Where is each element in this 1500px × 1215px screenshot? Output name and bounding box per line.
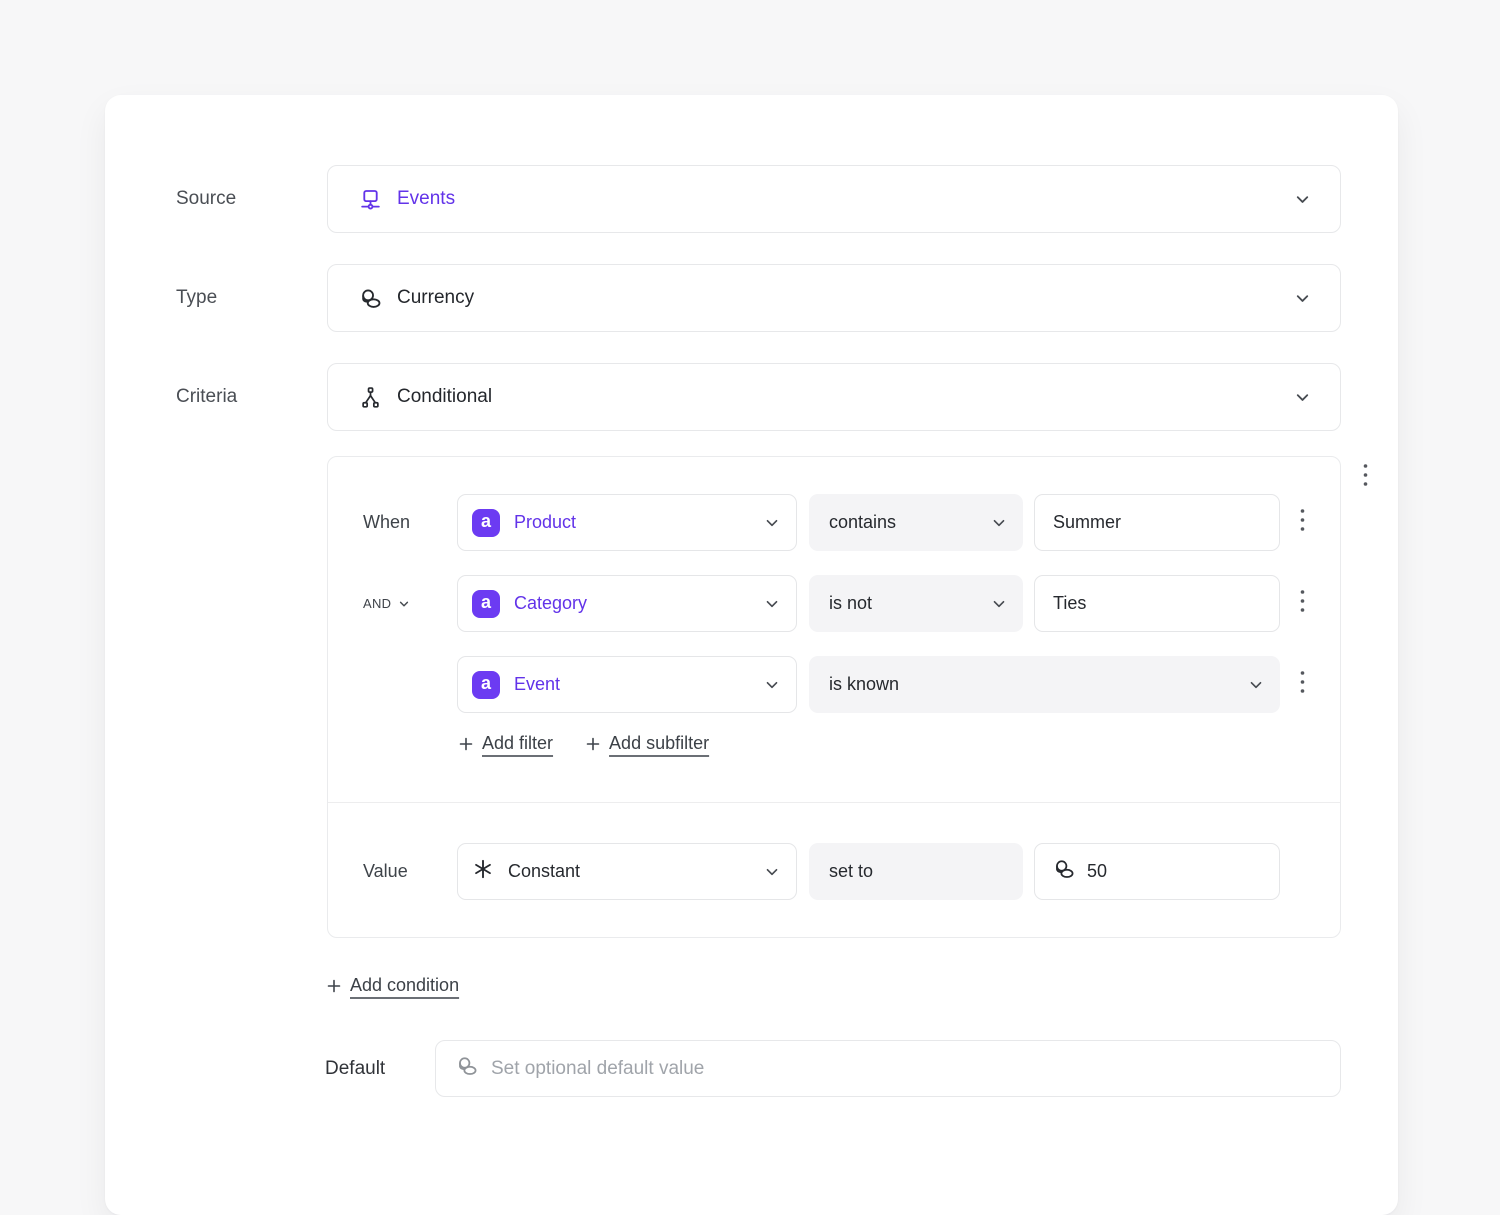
- add-filter-label: Add filter: [482, 733, 553, 754]
- add-condition-button[interactable]: Add condition: [327, 975, 459, 996]
- and-label: AND: [363, 596, 391, 611]
- value-amount-input[interactable]: [1087, 861, 1265, 882]
- constant-asterisk-icon: [472, 858, 494, 885]
- filter-operator-value: contains: [829, 512, 896, 533]
- filter-row-kebab-icon[interactable]: [1296, 668, 1309, 701]
- filter-value-box: [1034, 575, 1280, 632]
- criteria-row: Criteria Conditional: [176, 363, 1341, 431]
- type-select[interactable]: Currency: [327, 264, 1341, 332]
- chevron-down-icon: [1248, 677, 1264, 693]
- conditional-tree-icon: [359, 386, 382, 409]
- value-source-value: Constant: [508, 861, 580, 882]
- filter-operator-value: is known: [829, 674, 899, 695]
- source-label: Source: [176, 188, 327, 210]
- attribute-badge-icon: a: [472, 590, 500, 618]
- source-select[interactable]: Events: [327, 165, 1341, 233]
- filter-field-value: Category: [514, 593, 587, 614]
- criteria-label: Criteria: [176, 386, 327, 408]
- filter-operator-value: is not: [829, 593, 872, 614]
- condition-menu-kebab-icon[interactable]: [1359, 461, 1372, 494]
- add-subfilter-label: Add subfilter: [609, 733, 709, 754]
- source-row: Source Events: [176, 165, 1341, 233]
- chevron-down-icon: [398, 598, 410, 610]
- default-input-box: [435, 1040, 1341, 1097]
- chevron-down-icon: [764, 515, 780, 531]
- filter-operator-select[interactable]: is known: [809, 656, 1280, 713]
- value-row: Value Constant set to: [328, 843, 1340, 900]
- value-amount-box: [1034, 843, 1280, 900]
- card-divider: [328, 802, 1340, 803]
- type-row: Type Currency: [176, 264, 1341, 332]
- condition-card: When a Product contains AND: [327, 456, 1341, 938]
- chevron-down-icon: [991, 515, 1007, 531]
- filter-row-kebab-icon[interactable]: [1296, 587, 1309, 620]
- type-label: Type: [176, 287, 327, 309]
- add-subfilter-button[interactable]: Add subfilter: [586, 733, 709, 754]
- chevron-down-icon: [1294, 389, 1311, 406]
- type-value: Currency: [397, 287, 474, 309]
- events-node-icon: [359, 188, 382, 211]
- chevron-down-icon: [764, 677, 780, 693]
- source-value: Events: [397, 188, 455, 210]
- attribute-badge-icon: a: [472, 671, 500, 699]
- filter-links-row: Add filter Add subfilter: [459, 733, 709, 754]
- default-value-input[interactable]: [491, 1058, 1322, 1080]
- add-condition-label: Add condition: [350, 975, 459, 996]
- plus-icon: [586, 737, 600, 751]
- filter-row: AND a Category is not: [328, 575, 1340, 632]
- currency-coins-icon: [456, 1055, 478, 1082]
- filter-field-select[interactable]: a Event: [457, 656, 797, 713]
- plus-icon: [459, 737, 473, 751]
- filter-value-input[interactable]: [1053, 512, 1265, 533]
- value-operator-label: set to: [829, 861, 873, 882]
- currency-coins-icon: [359, 287, 382, 310]
- chevron-down-icon: [991, 596, 1007, 612]
- plus-icon: [327, 979, 341, 993]
- value-label: Value: [328, 861, 457, 882]
- chevron-down-icon: [1294, 191, 1311, 208]
- chevron-down-icon: [1294, 290, 1311, 307]
- filter-field-value: Product: [514, 512, 576, 533]
- filter-row: When a Product contains: [328, 494, 1340, 551]
- and-toggle[interactable]: AND: [328, 596, 457, 611]
- chevron-down-icon: [764, 864, 780, 880]
- value-operator[interactable]: set to: [809, 843, 1023, 900]
- filter-field-select[interactable]: a Product: [457, 494, 797, 551]
- filter-value-input[interactable]: [1053, 593, 1265, 614]
- chevron-down-icon: [764, 596, 780, 612]
- criteria-select[interactable]: Conditional: [327, 363, 1341, 431]
- add-filter-button[interactable]: Add filter: [459, 733, 553, 754]
- criteria-value: Conditional: [397, 386, 492, 408]
- currency-coins-icon: [1053, 858, 1075, 885]
- filter-field-value: Event: [514, 674, 560, 695]
- filter-operator-select[interactable]: is not: [809, 575, 1023, 632]
- filter-field-select[interactable]: a Category: [457, 575, 797, 632]
- attribute-badge-icon: a: [472, 509, 500, 537]
- filter-operator-select[interactable]: contains: [809, 494, 1023, 551]
- when-label: When: [328, 512, 457, 533]
- default-row: Default: [325, 1040, 1341, 1097]
- value-source-select[interactable]: Constant: [457, 843, 797, 900]
- default-label: Default: [325, 1058, 435, 1080]
- filter-value-box: [1034, 494, 1280, 551]
- attribute-config-panel: Source Events Type: [105, 95, 1398, 1215]
- filter-row-kebab-icon[interactable]: [1296, 506, 1309, 539]
- filter-row: a Event is known: [328, 656, 1340, 713]
